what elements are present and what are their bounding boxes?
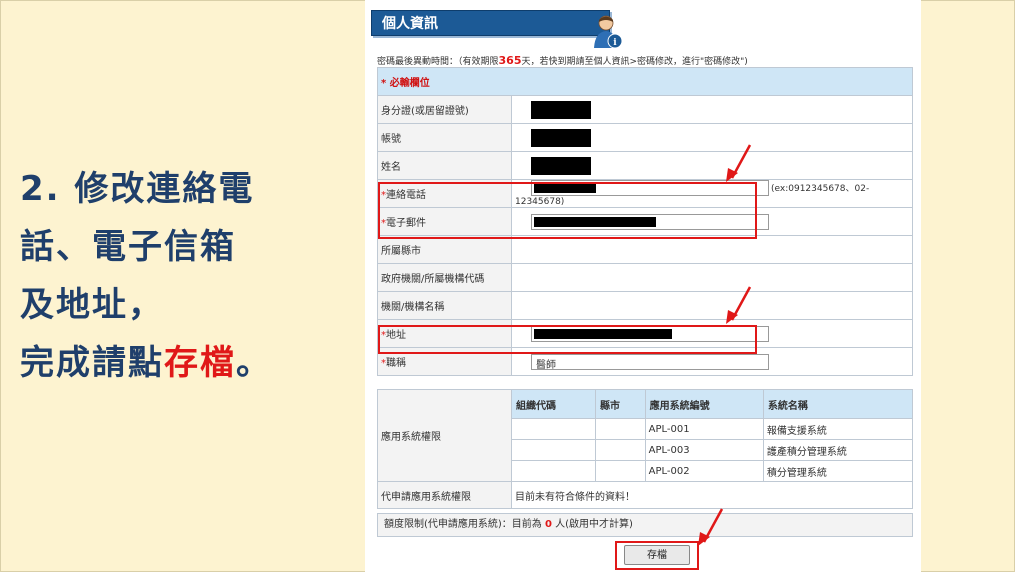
name-value <box>511 151 913 180</box>
col-system-name: 系統名稱 <box>762 389 914 419</box>
instruction-line-4-suffix: 。 <box>236 343 272 383</box>
row-org-code <box>511 460 596 482</box>
id-number-label: 身分證(或居留證號) <box>377 95 512 124</box>
required-heading: * 必輸欄位 <box>377 67 913 96</box>
permissions-table: 應用系統權限 組織代碼 縣市 應用系統編號 系統名稱 APL-001 報備支援系… <box>377 389 914 509</box>
row-system-name: 報備支援系統 <box>762 418 914 440</box>
col-org-code: 組織代碼 <box>511 389 596 419</box>
county-value <box>511 235 913 264</box>
user-info-icon: i <box>594 15 623 49</box>
redacted-account <box>531 128 591 147</box>
row-system-code: APL-001 <box>644 418 764 440</box>
quota-row: 額度限制(代申請應用系統)：目前為 0 人(啟用中才計算) <box>377 513 913 537</box>
row-county <box>594 460 646 482</box>
quota-prefix: 額度限制(代申請應用系統)：目前為 <box>384 519 542 530</box>
row-county <box>594 439 646 461</box>
password-note-prefix: 密碼最後異動時間：（有效期限 <box>377 57 499 67</box>
row-org-code <box>511 439 596 461</box>
job-title-value: 醫師 <box>536 359 556 371</box>
instruction-line-2: 話、電子信箱 <box>20 227 236 267</box>
instruction-line-3: 及地址， <box>20 285 164 325</box>
name-label: 姓名 <box>377 151 512 180</box>
col-system-code: 應用系統編號 <box>644 389 764 419</box>
redacted-name <box>531 156 591 175</box>
row-system-name: 積分管理系統 <box>762 460 914 482</box>
instruction-save-highlight: 存檔 <box>164 343 236 383</box>
proxy-permission-label: 代申請應用系統權限 <box>377 481 512 509</box>
instruction-text: 2. 修改連絡電 話、電子信箱 及地址， 完成請點存檔。 <box>20 160 350 392</box>
row-system-code: APL-003 <box>644 439 764 461</box>
county-label: 所屬縣市 <box>377 235 512 264</box>
row-system-name: 護產積分管理系統 <box>762 439 914 461</box>
personal-info-panel: 個人資訊 i 密碼最後異動時間：（有效期限365天，若快到期請至個人資訊>密碼修… <box>365 0 921 572</box>
password-days: 365 <box>498 54 522 67</box>
id-number-value <box>511 95 913 124</box>
highlight-address <box>378 325 757 354</box>
instruction-line-4-prefix: 完成請點 <box>20 343 164 383</box>
highlight-save <box>615 541 699 570</box>
arrow-address-icon <box>726 286 752 324</box>
password-expiry-note: 密碼最後異動時間：（有效期限365天，若快到期請至個人資訊>密碼修改，進行"密碼… <box>377 54 748 67</box>
quota-count: 0 <box>545 519 552 530</box>
account-label: 帳號 <box>377 123 512 152</box>
job-title-input[interactable]: 醫師 <box>531 353 769 371</box>
required-mark: * <box>381 78 387 89</box>
permissions-label: 應用系統權限 <box>377 389 512 482</box>
redacted-id <box>531 100 591 119</box>
row-system-code: APL-002 <box>644 460 764 482</box>
account-value <box>511 123 913 152</box>
col-county: 縣市 <box>594 389 646 419</box>
arrow-phone-icon <box>726 144 752 182</box>
instruction-line-4: 完成請點存檔。 <box>20 334 350 392</box>
org-name-label: 機關/機構名稱 <box>377 291 512 320</box>
instruction-line-1: 2. 修改連絡電 <box>20 169 255 209</box>
row-county <box>594 418 646 440</box>
org-code-label: 政府機關/所屬機構代碼 <box>377 263 512 292</box>
org-code-value <box>511 263 913 292</box>
highlight-phone-email <box>378 182 757 239</box>
svg-text:i: i <box>613 38 617 48</box>
quota-suffix: 人(啟用中才計算) <box>555 519 633 530</box>
password-note-suffix: 天，若快到期請至個人資訊>密碼修改，進行"密碼修改") <box>521 57 748 67</box>
page-title: 個人資訊 <box>371 10 610 36</box>
row-org-code <box>511 418 596 440</box>
proxy-permission-value: 目前未有符合條件的資料！ <box>511 481 913 509</box>
required-heading-text: 必輸欄位 <box>389 78 430 89</box>
job-title-label-text: 職稱 <box>386 358 406 369</box>
org-name-value <box>511 291 913 320</box>
arrow-save-icon <box>698 508 724 546</box>
